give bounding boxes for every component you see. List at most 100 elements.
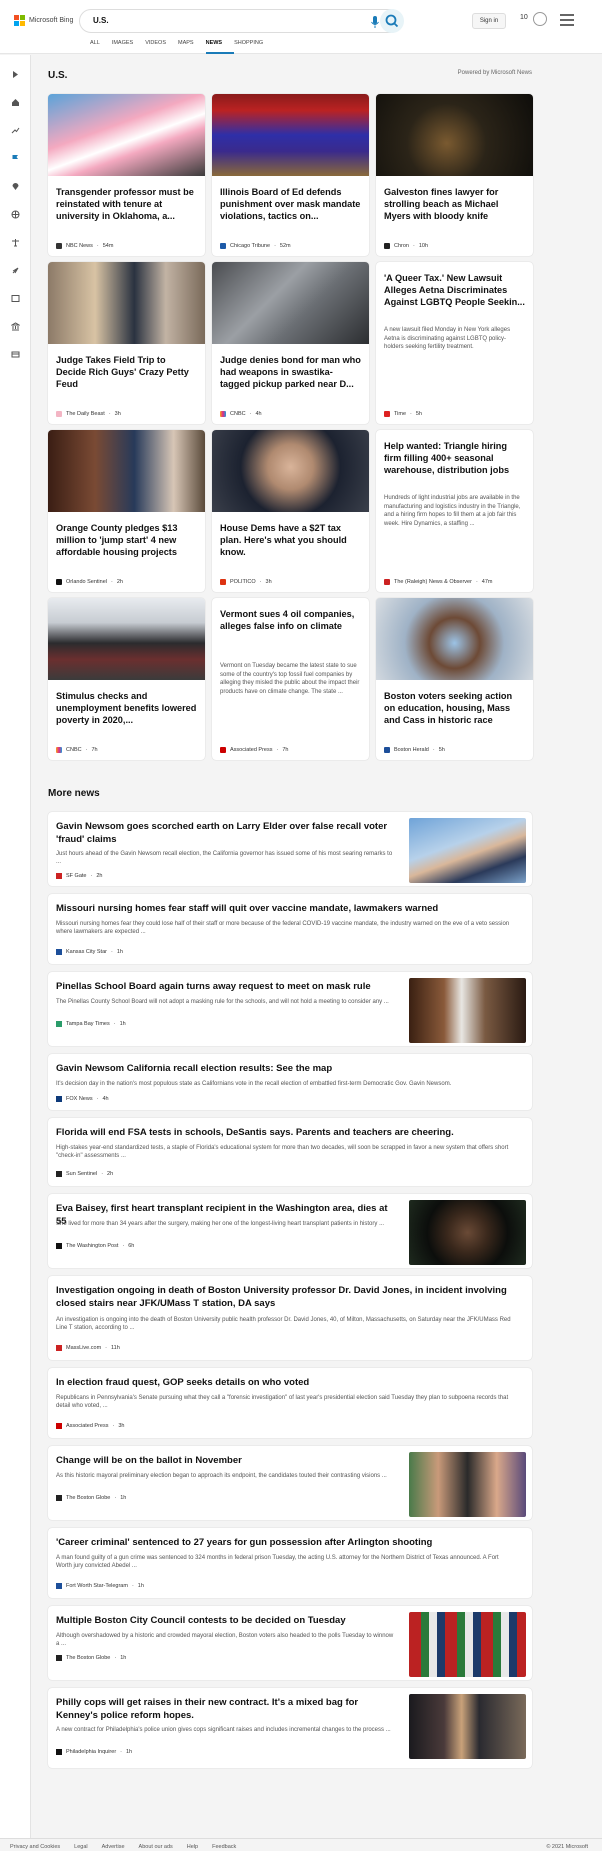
microsoft-logo-icon [14, 14, 25, 26]
sign-in-button[interactable]: Sign in [472, 13, 506, 29]
search-input[interactable]: U.S. [93, 16, 109, 25]
left-sidebar [0, 55, 31, 1851]
news-row[interactable]: Change will be on the ballot in November… [48, 1446, 532, 1520]
news-row[interactable]: In election fraud quest, GOP seeks detai… [48, 1368, 532, 1438]
row-description: An investigation is ongoing into the dea… [56, 1317, 511, 1331]
row-title[interactable]: Gavin Newsom goes scorched earth on Larr… [56, 820, 396, 846]
row-title[interactable]: Change will be on the ballot in November [56, 1454, 396, 1467]
card-title[interactable]: Help wanted: Triangle hiring firm fillin… [384, 440, 525, 488]
card-title[interactable]: 'A Queer Tax.' New Lawsuit Alleges Aetna… [384, 272, 525, 320]
tab-images[interactable]: IMAGES [112, 40, 145, 54]
row-description: Missouri nursing homes fear they could l… [56, 921, 510, 935]
row-image [409, 1452, 526, 1517]
row-source: The Washington Post · 6h [56, 1243, 134, 1249]
news-card[interactable]: Judge Takes Field Trip to Decide Rich Gu… [48, 262, 205, 424]
footer-link-help[interactable]: Help [187, 1844, 198, 1850]
news-card[interactable]: Help wanted: Triangle hiring firm fillin… [376, 430, 533, 592]
news-row[interactable]: Philly cops will get raises in their new… [48, 1688, 532, 1768]
home-icon[interactable] [11, 98, 20, 107]
news-row[interactable]: Florida will end FSA tests in schools, D… [48, 1118, 532, 1186]
card-title[interactable]: Illinois Board of Ed defends punishment … [220, 186, 361, 234]
bank-icon[interactable] [11, 322, 20, 331]
card-title[interactable]: Vermont sues 4 oil companies, alleges fa… [220, 608, 361, 656]
card-title[interactable]: Transgender professor must be reinstated… [56, 186, 197, 234]
footer-link-legal[interactable]: Legal [74, 1844, 87, 1850]
row-image [409, 1200, 526, 1265]
news-row[interactable]: Multiple Boston City Council contests to… [48, 1606, 532, 1680]
row-title[interactable]: Pinellas School Board again turns away r… [56, 980, 396, 993]
tab-news[interactable]: NEWS [205, 40, 235, 54]
scale-icon[interactable] [11, 238, 20, 247]
news-row[interactable]: Missouri nursing homes fear staff will q… [48, 894, 532, 964]
tab-videos[interactable]: VIDEOS [145, 40, 178, 54]
footer: Privacy and Cookies Legal Advertise Abou… [0, 1838, 602, 1851]
news-row[interactable]: Pinellas School Board again turns away r… [48, 972, 532, 1046]
footer-link-privacy[interactable]: Privacy and Cookies [10, 1844, 60, 1850]
card-source: Associated Press · 7h [220, 747, 288, 753]
news-card[interactable]: Judge denies bond for man who had weapon… [212, 262, 369, 424]
news-row[interactable]: Gavin Newsom California recall election … [48, 1054, 532, 1110]
card-source: CNBC · 4h [220, 411, 262, 417]
bing-logo[interactable]: Microsoft Bing [14, 14, 73, 26]
news-card[interactable]: Transgender professor must be reinstated… [48, 94, 205, 256]
wallet-icon[interactable] [11, 350, 20, 359]
tab-all[interactable]: ALL [90, 40, 112, 54]
row-source: Associated Press · 3h [56, 1423, 124, 1429]
news-card[interactable]: Galveston fines lawyer for strolling bea… [376, 94, 533, 256]
card-source: Chron · 10h [384, 243, 428, 249]
card-title[interactable]: Stimulus checks and unemployment benefit… [56, 690, 197, 738]
news-card[interactable]: Orange County pledges $13 million to 'ju… [48, 430, 205, 592]
card-title[interactable]: Boston voters seeking action on educatio… [384, 690, 525, 738]
search-button[interactable] [380, 9, 404, 33]
footer-link-advertise[interactable]: Advertise [102, 1844, 125, 1850]
card-image [376, 598, 533, 680]
tab-maps[interactable]: MAPS [178, 40, 206, 54]
news-row[interactable]: Investigation ongoing in death of Boston… [48, 1276, 532, 1360]
row-title[interactable]: Multiple Boston City Council contests to… [56, 1614, 396, 1627]
film-icon[interactable] [11, 294, 20, 303]
card-title[interactable]: Orange County pledges $13 million to 'ju… [56, 522, 197, 570]
row-title[interactable]: In election fraud quest, GOP seeks detai… [56, 1376, 516, 1389]
row-description: A man found guilty of a gun crime was se… [56, 1555, 499, 1569]
news-row[interactable]: Gavin Newsom goes scorched earth on Larr… [48, 812, 532, 886]
row-title[interactable]: Missouri nursing homes fear staff will q… [56, 902, 516, 915]
trending-icon[interactable] [11, 126, 20, 135]
news-row[interactable]: 'Career criminal' sentenced to 27 years … [48, 1528, 532, 1598]
news-row[interactable]: Eva Baisey, first heart transplant recip… [48, 1194, 532, 1268]
news-card[interactable]: Stimulus checks and unemployment benefit… [48, 598, 205, 760]
row-source: Sun Sentinel · 2h [56, 1171, 113, 1177]
rewards-icon[interactable] [533, 12, 547, 26]
microphone-icon[interactable] [370, 15, 380, 29]
row-source: Fort Worth Star-Telegram · 1h [56, 1583, 144, 1589]
globe-icon[interactable] [11, 210, 20, 219]
news-card[interactable]: House Dems have a $2T tax plan. Here's w… [212, 430, 369, 592]
row-source: MassLive.com · 11h [56, 1345, 120, 1351]
flag-icon[interactable] [11, 154, 20, 163]
card-title[interactable]: Galveston fines lawyer for strolling bea… [384, 186, 525, 234]
powered-by[interactable]: Powered by Microsoft News [458, 70, 532, 76]
card-description: A new lawsuit filed Monday in New York a… [384, 327, 511, 350]
tab-shopping[interactable]: SHOPPING [234, 40, 275, 54]
expand-arrow-icon[interactable] [11, 70, 20, 79]
row-title[interactable]: Gavin Newsom California recall election … [56, 1062, 516, 1075]
news-card[interactable]: 'A Queer Tax.' New Lawsuit Alleges Aetna… [376, 262, 533, 424]
search-box[interactable]: U.S. [79, 9, 403, 33]
news-card[interactable]: Vermont sues 4 oil companies, alleges fa… [212, 598, 369, 760]
news-card[interactable]: Illinois Board of Ed defends punishment … [212, 94, 369, 256]
footer-link-feedback[interactable]: Feedback [212, 1844, 236, 1850]
location-icon[interactable] [11, 182, 20, 191]
card-image [48, 598, 205, 680]
row-title[interactable]: Florida will end FSA tests in schools, D… [56, 1126, 516, 1139]
card-title[interactable]: Judge Takes Field Trip to Decide Rich Gu… [56, 354, 197, 402]
row-title[interactable]: Philly cops will get raises in their new… [56, 1696, 396, 1722]
menu-icon[interactable] [560, 14, 574, 26]
rocket-icon[interactable] [11, 266, 20, 275]
row-title[interactable]: 'Career criminal' sentenced to 27 years … [56, 1536, 516, 1549]
row-title[interactable]: Investigation ongoing in death of Boston… [56, 1284, 516, 1310]
card-title[interactable]: Judge denies bond for man who had weapon… [220, 354, 361, 402]
footer-link-about-ads[interactable]: About our ads [139, 1844, 173, 1850]
row-image [409, 818, 526, 883]
news-card[interactable]: Boston voters seeking action on educatio… [376, 598, 533, 760]
card-title[interactable]: House Dems have a $2T tax plan. Here's w… [220, 522, 361, 570]
card-image [212, 262, 369, 344]
